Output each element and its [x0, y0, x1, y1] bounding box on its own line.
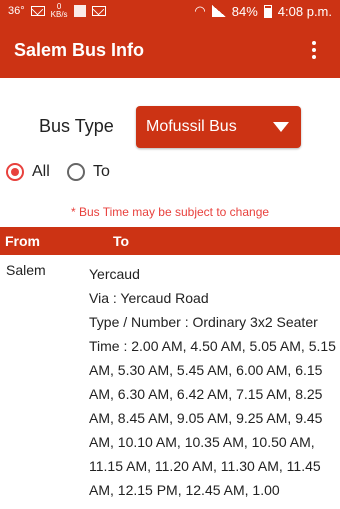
battery-percent: 84% [231, 3, 258, 19]
row-from: Salem [6, 262, 46, 278]
bus-type-row: Bus Type Mofussil Bus [0, 104, 340, 148]
header-to: To [113, 233, 130, 249]
header-from: From [5, 233, 40, 249]
bus-type-dropdown[interactable]: Mofussil Bus [136, 106, 301, 148]
overflow-menu-icon[interactable] [302, 38, 326, 62]
table-header: From To [0, 227, 340, 255]
temperature-text: 36° [8, 5, 25, 17]
image-icon [73, 5, 86, 17]
row-type: Type / Number : Ordinary 3x2 Seater [89, 314, 318, 330]
signal-icon [211, 5, 226, 17]
app-title: Salem Bus Info [14, 39, 145, 60]
row-to: Yercaud [89, 266, 140, 282]
notice-text: * Bus Time may be subject to change [70, 205, 270, 219]
row-via: Via : Yercaud Road [89, 290, 209, 306]
radio-all[interactable]: All [6, 163, 50, 181]
clock: 4:08 p.m. [277, 3, 332, 19]
mail-icon [30, 6, 45, 16]
mail-icon-2 [91, 6, 106, 16]
radio-to-indicator[interactable] [67, 163, 85, 181]
network-speed: 0 KB/s [51, 3, 68, 19]
status-bar: 36° 0 KB/s ◠ 84% 4:08 p.m. [0, 0, 340, 22]
row-details: Yercaud Via : Yercaud Road Type / Number… [89, 262, 340, 502]
bus-type-label: Bus Type [39, 116, 114, 136]
app-bar: Salem Bus Info [0, 22, 340, 78]
dropdown-arrow-icon [273, 122, 289, 132]
row-time: Time : 2.00 AM, 4.50 AM, 5.05 AM, 5.15 A… [89, 338, 336, 498]
radio-all-label: All [32, 163, 50, 180]
battery-icon [263, 4, 272, 18]
radio-to-label: To [93, 163, 110, 180]
network-speed-unit: KB/s [50, 10, 68, 19]
radio-to[interactable]: To [67, 163, 110, 181]
bus-type-selected: Mofussil Bus [146, 118, 237, 135]
wifi-icon: ◠ [194, 3, 206, 18]
radio-all-indicator[interactable] [6, 163, 24, 181]
filter-radio-group: All To [0, 163, 340, 185]
